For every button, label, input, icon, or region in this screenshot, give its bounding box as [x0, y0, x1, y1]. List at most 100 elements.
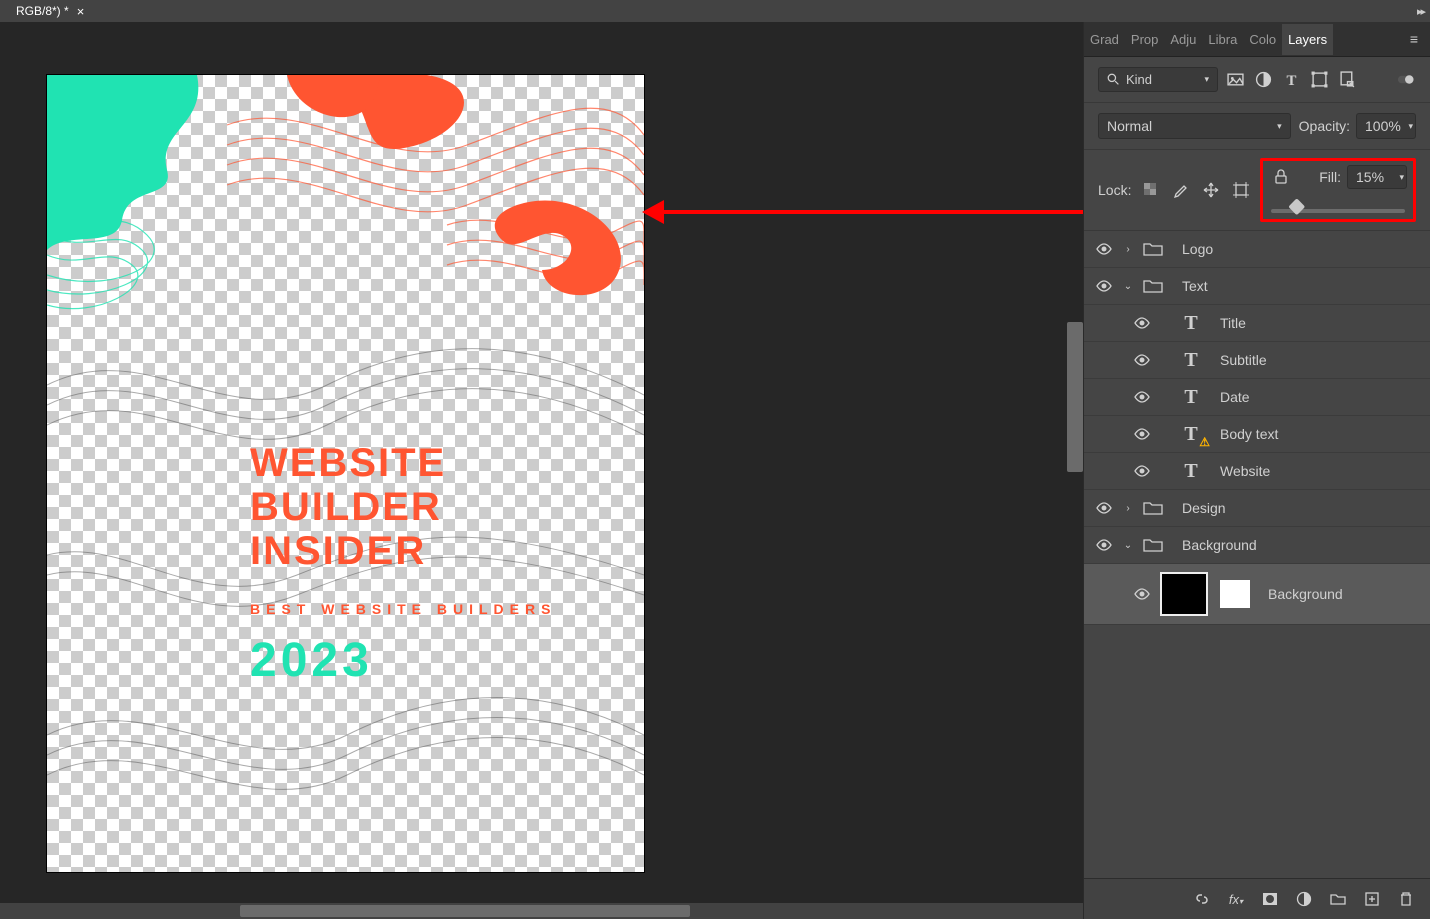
chevron-down-icon[interactable]: ⌄ — [1122, 540, 1134, 551]
layer-row[interactable]: TWebsite — [1084, 453, 1430, 490]
expand-panels-icon[interactable]: ▸▸ — [1417, 5, 1424, 18]
mask-icon[interactable] — [1260, 889, 1280, 909]
fill-input[interactable]: 15% ▾ — [1347, 165, 1407, 189]
chevron-down-icon: ▾ — [1399, 172, 1404, 183]
visibility-icon[interactable] — [1132, 391, 1152, 403]
panel-tab-bar: Grad Prop Adju Libra Colo Layers ≡ — [1084, 22, 1430, 57]
folder-icon — [1142, 276, 1164, 296]
lock-paint-icon[interactable] — [1170, 178, 1192, 202]
group-icon[interactable] — [1328, 889, 1348, 909]
filter-type-icon[interactable]: T — [1280, 69, 1302, 91]
new-layer-icon[interactable] — [1362, 889, 1382, 909]
blend-opacity-row: Normal ▾ Opacity: 100% ▾ — [1084, 103, 1430, 150]
layer-name: Logo — [1182, 241, 1213, 257]
tab-properties[interactable]: Prop — [1125, 24, 1164, 55]
layer-row[interactable]: ⌄ Text — [1084, 268, 1430, 305]
filter-kind-select[interactable]: Kind ▾ — [1098, 67, 1218, 92]
canvas-area: WEBSITE BUILDER INSIDER BEST WEBSITE BUI… — [0, 22, 1083, 919]
lock-label: Lock: — [1098, 182, 1131, 198]
folder-icon — [1142, 239, 1164, 259]
tab-color[interactable]: Colo — [1243, 24, 1282, 55]
layer-name: Text — [1182, 278, 1208, 294]
layer-name: Background — [1182, 537, 1257, 553]
layer-filter-row: Kind ▾ T — [1084, 57, 1430, 103]
annotation-arrow — [640, 192, 1083, 237]
filter-pixel-icon[interactable] — [1224, 69, 1246, 91]
layer-row[interactable]: Background — [1084, 564, 1430, 625]
search-icon — [1107, 73, 1120, 86]
lock-transparency-icon[interactable] — [1139, 178, 1161, 202]
tab-adjustments[interactable]: Adju — [1164, 24, 1202, 55]
canvas-title: WEBSITE BUILDER INSIDER — [250, 441, 556, 573]
horizontal-scrollbar[interactable] — [0, 903, 1083, 919]
opacity-input[interactable]: 100% ▾ — [1356, 113, 1416, 139]
visibility-icon[interactable] — [1094, 280, 1114, 292]
visibility-icon[interactable] — [1094, 502, 1114, 514]
visibility-icon[interactable] — [1132, 354, 1152, 366]
type-layer-icon: T — [1180, 313, 1202, 333]
lock-fill-row: Lock: Fill: 15% ▾ — [1084, 150, 1430, 231]
folder-icon — [1142, 535, 1164, 555]
canvas[interactable]: WEBSITE BUILDER INSIDER BEST WEBSITE BUI… — [47, 75, 644, 872]
chevron-down-icon: ▾ — [1204, 74, 1209, 85]
fill-control-highlight: Fill: 15% ▾ — [1260, 158, 1416, 222]
filter-shape-icon[interactable] — [1308, 69, 1330, 91]
visibility-icon[interactable] — [1132, 465, 1152, 477]
visibility-icon[interactable] — [1132, 317, 1152, 329]
type-layer-icon: T — [1180, 350, 1202, 370]
visibility-icon[interactable] — [1094, 539, 1114, 551]
tab-libraries[interactable]: Libra — [1202, 24, 1243, 55]
layer-row[interactable]: ⌄ Background — [1084, 527, 1430, 564]
layer-name: Subtitle — [1220, 352, 1267, 368]
filter-toggle-switch[interactable] — [1394, 69, 1416, 91]
type-layer-icon: T — [1180, 461, 1202, 481]
layer-row[interactable]: T Body text — [1084, 416, 1430, 453]
filter-smart-icon[interactable] — [1336, 69, 1358, 91]
layers-list: ›Logo⌄TextTTitleTSubtitleTDateTBody text… — [1084, 231, 1430, 878]
mask-thumbnail — [1220, 580, 1250, 608]
lock-position-icon[interactable] — [1200, 178, 1222, 202]
chevron-right-icon[interactable]: › — [1122, 244, 1134, 255]
layer-row[interactable]: TDate — [1084, 379, 1430, 416]
fx-icon[interactable]: fx▾ — [1226, 889, 1246, 909]
lock-artboard-icon[interactable] — [1230, 178, 1252, 202]
close-icon[interactable]: × — [77, 4, 85, 19]
opacity-label: Opacity: — [1299, 118, 1350, 134]
layer-row[interactable]: › Logo — [1084, 231, 1430, 268]
visibility-icon[interactable] — [1132, 428, 1152, 440]
chevron-right-icon[interactable]: › — [1122, 503, 1134, 514]
chevron-down-icon: ▾ — [1408, 121, 1413, 132]
fill-slider[interactable] — [1271, 209, 1405, 213]
type-layer-icon: T — [1180, 424, 1202, 444]
layer-name: Date — [1220, 389, 1250, 405]
visibility-icon[interactable] — [1132, 588, 1152, 600]
chevron-down-icon[interactable]: ⌄ — [1122, 281, 1134, 292]
document-title: RGB/8*) * — [16, 4, 69, 18]
tab-gradients[interactable]: Grad — [1084, 24, 1125, 55]
layer-thumbnail — [1160, 572, 1208, 616]
blend-mode-select[interactable]: Normal ▾ — [1098, 113, 1291, 139]
canvas-year: 2023 — [250, 633, 556, 688]
svg-text:T: T — [1286, 73, 1296, 88]
folder-icon — [1142, 498, 1164, 518]
panel-menu-icon[interactable]: ≡ — [1398, 31, 1430, 47]
adjustment-layer-icon[interactable] — [1294, 889, 1314, 909]
document-tab-bar: RGB/8*) * × ▸▸ — [0, 0, 1430, 22]
layer-name: Background — [1268, 586, 1343, 602]
lock-all-icon[interactable] — [1269, 165, 1293, 189]
layer-name: Title — [1220, 315, 1246, 331]
vertical-scrollbar[interactable] — [1067, 322, 1083, 472]
link-layers-icon[interactable] — [1192, 889, 1212, 909]
filter-adjustment-icon[interactable] — [1252, 69, 1274, 91]
layer-row[interactable]: T Title — [1084, 305, 1430, 342]
fill-label: Fill: — [1319, 169, 1341, 185]
canvas-subtitle: BEST WEBSITE BUILDERS — [250, 601, 556, 617]
layer-name: Body text — [1220, 426, 1278, 442]
chevron-down-icon: ▾ — [1277, 121, 1282, 132]
tab-layers[interactable]: Layers — [1282, 24, 1333, 55]
trash-icon[interactable] — [1396, 889, 1416, 909]
layer-row[interactable]: T Subtitle — [1084, 342, 1430, 379]
layer-row[interactable]: ›Design — [1084, 490, 1430, 527]
visibility-icon[interactable] — [1094, 243, 1114, 255]
document-tab[interactable]: RGB/8*) * × — [6, 1, 94, 22]
